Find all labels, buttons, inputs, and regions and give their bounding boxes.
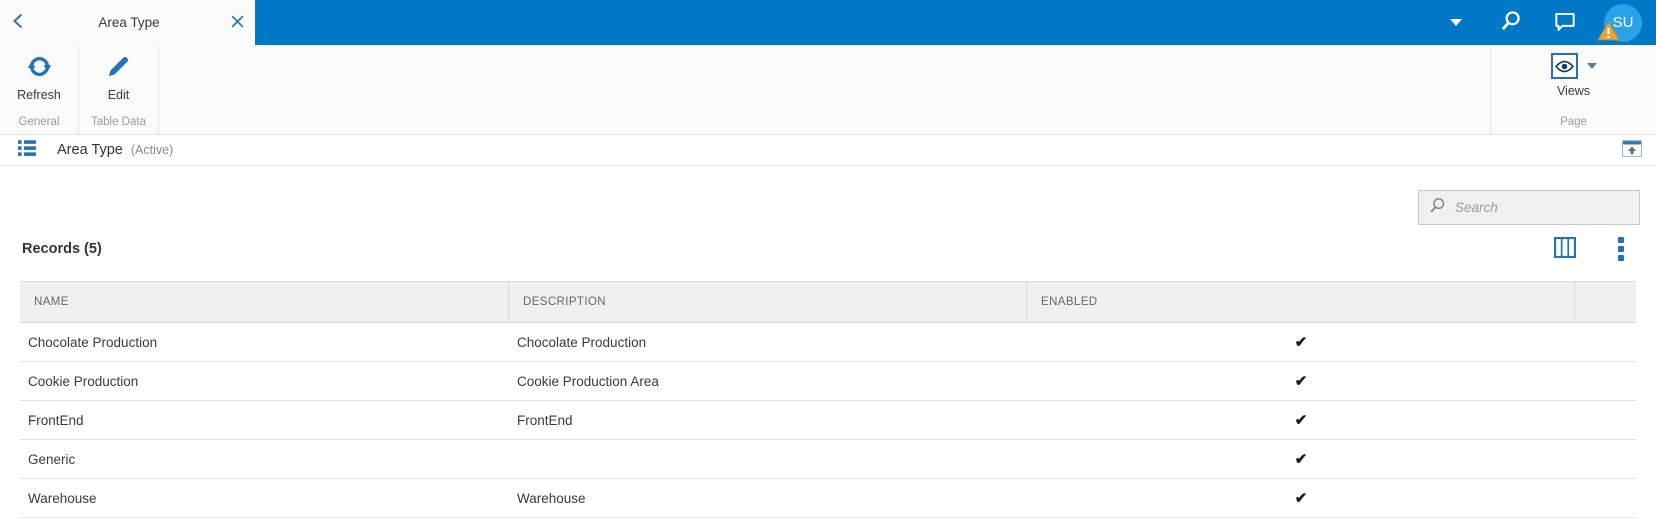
check-icon: ✔ [1294,490,1308,507]
search-input-icon [1428,196,1447,220]
cell-name: Chocolate Production [28,334,158,350]
chevron-down-icon [1450,19,1462,26]
refresh-label: Refresh [17,88,61,102]
refresh-button[interactable]: Refresh [17,53,61,102]
column-header-enabled[interactable]: ENABLED [1027,282,1575,322]
group-label-general: General [18,116,60,128]
page-title: Area Type [57,142,123,158]
user-menu[interactable]: SU [1597,3,1644,44]
table-row[interactable]: Chocolate Production Chocolate Production… [20,323,1636,362]
table-row[interactable]: FrontEnd FrontEnd ✔ [20,401,1636,440]
cell-description: Cookie Production Area [517,373,659,389]
views-dropdown-icon[interactable] [1586,63,1597,69]
back-button[interactable] [10,12,28,33]
cell-name: Cookie Production [28,373,139,389]
table-body: Chocolate Production Chocolate Production… [20,323,1636,518]
cell-enabled: ✔ [1027,440,1575,478]
close-icon [230,14,245,32]
cell-enabled: ✔ [1027,323,1575,361]
app-window: Area Type SU Refresh General Edit Table … [0,0,1656,528]
check-icon: ✔ [1294,373,1308,390]
panel-up-icon [1622,140,1642,160]
refresh-icon [26,53,53,83]
records-count-heading: Records (5) [22,241,102,257]
column-header-name[interactable]: NAME [20,282,509,322]
cell-spacer [1575,401,1636,439]
cell-name: Generic [28,451,76,467]
messages-button[interactable] [1550,8,1580,38]
views-button[interactable]: Views [1550,53,1597,98]
ribbon-group-table-data: Edit Table Data [79,45,159,134]
cell-enabled: ✔ [1027,479,1575,517]
cell-description: Warehouse [517,490,586,506]
warning-icon [1597,20,1620,46]
column-header-description[interactable]: DESCRIPTION [509,282,1027,322]
table-list-icon [18,139,36,162]
ribbon-toolbar: Refresh General Edit Table Data Views Pa… [0,45,1656,135]
cell-spacer [1575,440,1636,478]
column-header-spacer [1575,282,1636,322]
edit-button[interactable]: Edit [105,53,132,102]
cell-spacer [1575,323,1636,361]
ribbon-group-general: Refresh General [0,45,79,134]
tab-area-type[interactable]: Area Type [0,0,255,45]
table-row[interactable]: Cookie Production Cookie Production Area ✔ [20,362,1636,401]
app-bar: SU [255,0,1656,45]
edit-pencil-icon [105,53,132,83]
check-icon: ✔ [1294,451,1308,468]
columns-icon [1554,237,1576,261]
cell-spacer [1575,479,1636,517]
search-icon [1498,8,1524,37]
views-label: Views [1556,84,1591,98]
table-search-box[interactable] [1418,190,1640,225]
chat-icon [1552,8,1578,37]
tab-title: Area Type [98,15,160,30]
collapse-panel-button[interactable] [1622,140,1642,160]
top-bar: Area Type SU [0,0,1656,45]
cell-spacer [1575,362,1636,400]
edit-label: Edit [107,88,130,102]
cell-description [509,440,1027,478]
cell-name: FrontEnd [28,412,84,428]
cell-enabled: ✔ [1027,401,1575,439]
table-row[interactable]: Generic ✔ [20,440,1636,479]
ribbon-group-page: Views Page [1490,45,1656,134]
records-table: NAME DESCRIPTION ENABLED Chocolate Produ… [20,281,1636,518]
global-search-button[interactable] [1496,8,1526,38]
table-row[interactable]: Warehouse Warehouse ✔ [20,479,1636,518]
eye-icon [1550,53,1578,79]
ribbon-left-groups: Refresh General Edit Table Data [0,45,1656,134]
page-title-bar: Area Type (Active) [0,135,1656,166]
back-chevron-icon [10,12,28,33]
more-options-button[interactable] [1618,237,1624,261]
group-label-page: Page [1560,116,1587,128]
table-header-row: NAME DESCRIPTION ENABLED [20,281,1636,323]
kebab-icon [1618,237,1624,243]
check-icon: ✔ [1294,334,1308,351]
cell-description: Chocolate Production [517,334,647,350]
records-header-row: Records (5) [0,234,1656,264]
check-icon: ✔ [1294,412,1308,429]
close-tab-button[interactable] [230,14,245,32]
cell-description: FrontEnd [517,412,573,428]
cell-enabled: ✔ [1027,362,1575,400]
group-label-table-data: Table Data [91,116,146,128]
content-area: Records (5) NAME DESCRIPT [0,166,1656,528]
cell-name: Warehouse [28,490,97,506]
status-badge: (Active) [130,143,174,157]
column-settings-button[interactable] [1554,237,1576,261]
search-input[interactable] [1455,200,1634,215]
app-bar-dropdown-button[interactable] [1450,19,1496,26]
